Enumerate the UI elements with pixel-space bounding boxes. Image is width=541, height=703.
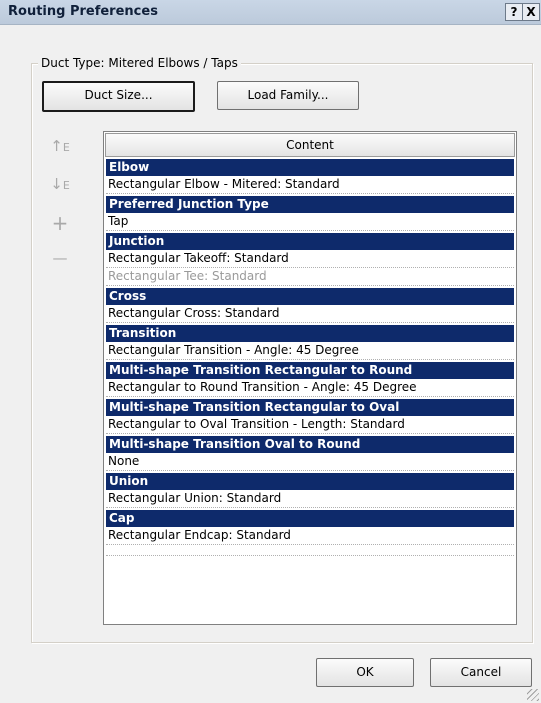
close-button[interactable]: X: [522, 3, 540, 21]
content-row[interactable]: Rectangular to Oval Transition - Length:…: [106, 416, 514, 434]
load-family-button[interactable]: Load Family...: [217, 81, 359, 110]
content-row[interactable]: Rectangular Endcap: Standard: [106, 527, 514, 545]
section-header: Junction: [106, 233, 514, 250]
section-header: Cap: [106, 510, 514, 527]
help-button[interactable]: ?: [505, 3, 523, 21]
content-row[interactable]: Rectangular Cross: Standard: [106, 305, 514, 323]
duct-type-legend: Duct Type: Mitered Elbows / Taps: [38, 56, 241, 70]
section-header: Multi-shape Transition Oval to Round: [106, 436, 514, 453]
add-row-icon[interactable]: +: [50, 213, 70, 233]
move-up-glyph: ↑: [50, 137, 63, 155]
window-title: Routing Preferences: [8, 4, 158, 19]
section-header: Preferred Junction Type: [106, 196, 514, 213]
add-glyph: +: [51, 211, 69, 235]
content-row[interactable]: Rectangular to Round Transition - Angle:…: [106, 379, 514, 397]
content-row[interactable]: Rectangular Tee: Standard: [106, 268, 514, 286]
section-header: Multi-shape Transition Rectangular to Ro…: [106, 362, 514, 379]
content-row[interactable]: None: [106, 453, 514, 471]
title-bar[interactable]: Routing Preferences ? X: [0, 0, 541, 25]
content-row[interactable]: Rectangular Transition - Angle: 45 Degre…: [106, 342, 514, 360]
content-grid[interactable]: Content Elbow Rectangular Elbow - Mitered…: [103, 131, 517, 625]
resize-grip[interactable]: [527, 689, 539, 701]
duct-size-button[interactable]: Duct Size...: [42, 81, 195, 112]
move-down-icon[interactable]: ↓E: [50, 174, 70, 194]
content-row[interactable]: Rectangular Union: Standard: [106, 490, 514, 508]
move-up-icon[interactable]: ↑E: [50, 136, 70, 156]
section-header: Multi-shape Transition Rectangular to Ov…: [106, 399, 514, 416]
section-header: Elbow: [106, 159, 514, 176]
content-grid-body: Elbow Rectangular Elbow - Mitered: Standa…: [104, 159, 516, 545]
remove-glyph: —: [52, 249, 68, 267]
remove-row-icon[interactable]: —: [50, 248, 70, 268]
section-header: Cross: [106, 288, 514, 305]
content-row[interactable]: Rectangular Elbow - Mitered: Standard: [106, 176, 514, 194]
content-row[interactable]: Rectangular Takeoff: Standard: [106, 250, 514, 268]
empty-row[interactable]: [106, 545, 514, 556]
content-row[interactable]: Tap: [106, 213, 514, 231]
cancel-button[interactable]: Cancel: [430, 658, 532, 687]
move-down-glyph: ↓: [50, 175, 63, 193]
section-header: Transition: [106, 325, 514, 342]
ok-button[interactable]: OK: [316, 658, 414, 687]
section-header: Union: [106, 473, 514, 490]
content-column-header[interactable]: Content: [105, 133, 515, 157]
